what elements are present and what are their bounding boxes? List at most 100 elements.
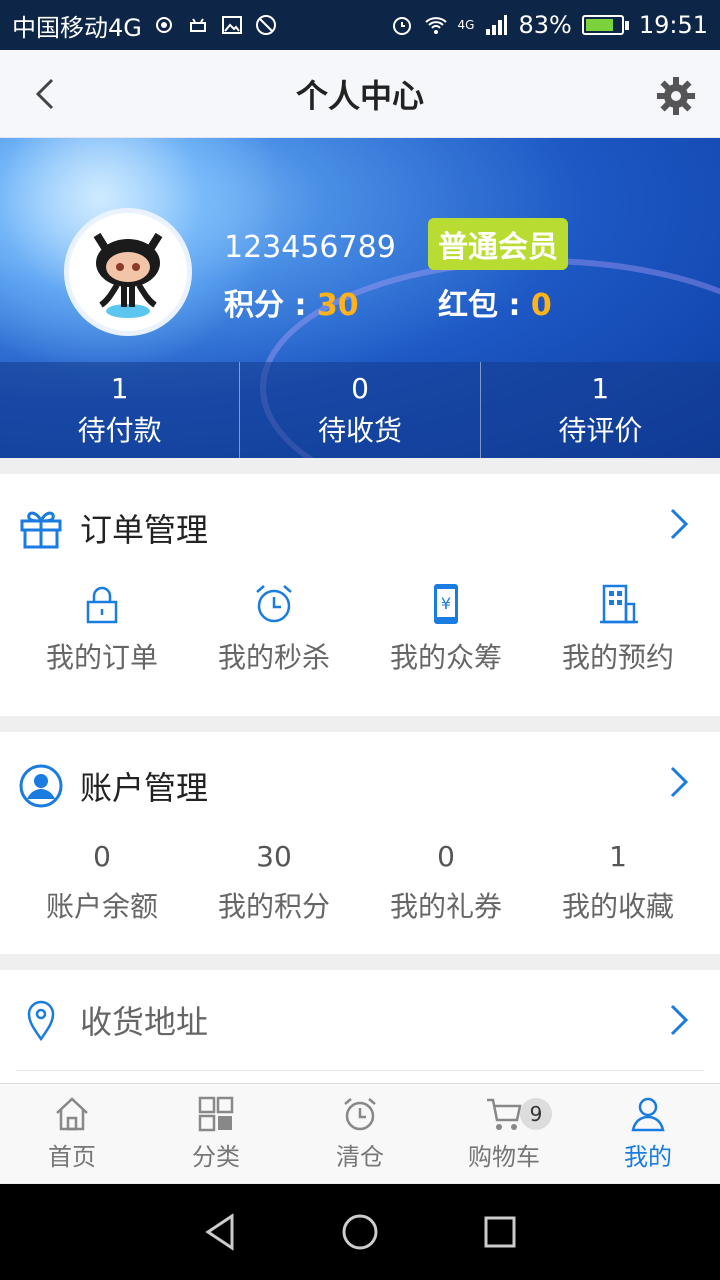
gift-icon bbox=[20, 511, 62, 549]
my-flash-sale-label: 我的秒杀 bbox=[217, 641, 330, 674]
order-management-header[interactable]: 订单管理 bbox=[0, 474, 720, 582]
address-row[interactable]: 收货地址 bbox=[0, 970, 720, 1070]
my-orders-label: 我的订单 bbox=[45, 641, 158, 674]
wifi-icon bbox=[424, 17, 447, 34]
battery-percent: 83% bbox=[518, 11, 572, 39]
carrier-label: 中国移动4G bbox=[12, 13, 142, 42]
my-points-item[interactable]: 30 我的积分 bbox=[188, 840, 360, 925]
stat-pending-review[interactable]: 1 待评价 bbox=[481, 362, 720, 458]
my-crowdfunding-item[interactable]: ¥ 我的众筹 bbox=[360, 582, 532, 676]
my-favorites-label: 我的收藏 bbox=[561, 890, 674, 923]
avatar[interactable] bbox=[64, 208, 192, 336]
svg-text:¥: ¥ bbox=[441, 594, 451, 613]
app-header: 个人中心 bbox=[0, 50, 720, 138]
grid-icon bbox=[198, 1096, 234, 1132]
bottom-tab-bar: 首页 分类 清仓 9 购物车 我的 bbox=[0, 1083, 720, 1183]
account-management-header[interactable]: 账户管理 bbox=[0, 732, 720, 840]
network-type: 4G bbox=[457, 18, 475, 32]
account-shortcuts: 0 账户余额 30 我的积分 0 我的礼券 1 我的收藏 bbox=[16, 840, 720, 925]
cart-count-badge: 9 bbox=[520, 1098, 552, 1130]
order-status-bar: 1 待付款 0 待收货 1 待评价 bbox=[0, 362, 720, 458]
my-coupons-value: 0 bbox=[437, 840, 455, 873]
stat-pending-receipt[interactable]: 0 待收货 bbox=[240, 362, 481, 458]
my-favorites-value: 1 bbox=[609, 840, 627, 873]
system-nav-bar bbox=[0, 1184, 720, 1280]
points-label: 积分 : bbox=[224, 288, 317, 323]
tab-home[interactable]: 首页 bbox=[0, 1084, 144, 1183]
account-management-title: 账户管理 bbox=[80, 769, 209, 807]
stat-pending-payment[interactable]: 1 待付款 bbox=[0, 362, 241, 458]
address-title: 收货地址 bbox=[80, 1003, 209, 1041]
profile-hero: 123456789 普通会员 积分 : 30 红包 : 0 1 待付款 0 待收… bbox=[0, 138, 720, 458]
account-management-card: 账户管理 0 账户余额 30 我的积分 0 我的礼券 1 我的收藏 bbox=[0, 732, 720, 954]
page-title: 个人中心 bbox=[295, 76, 424, 115]
tab-label: 我的 bbox=[624, 1143, 672, 1171]
recents-square-icon[interactable] bbox=[478, 1210, 522, 1254]
back-triangle-icon[interactable] bbox=[198, 1210, 242, 1254]
android-icon bbox=[189, 18, 206, 32]
stat-label: 待收货 bbox=[317, 413, 402, 447]
my-booking-label: 我的预约 bbox=[561, 641, 674, 674]
tab-label: 分类 bbox=[192, 1143, 240, 1171]
hotspot-icon bbox=[155, 17, 172, 33]
redpacket-value: 0 bbox=[530, 288, 552, 323]
my-flash-sale-item[interactable]: 我的秒杀 bbox=[188, 582, 360, 676]
my-crowdfunding-label: 我的众筹 bbox=[389, 641, 502, 674]
tab-mine[interactable]: 我的 bbox=[576, 1084, 720, 1183]
my-points-value: 30 bbox=[256, 840, 292, 873]
battery-icon bbox=[581, 15, 629, 35]
user-id: 123456789 bbox=[224, 230, 396, 265]
status-bar: 中国移动4G 4G 83% 19:51 bbox=[0, 0, 720, 50]
lock-icon bbox=[86, 586, 118, 624]
home-icon bbox=[56, 1097, 88, 1131]
signal-icon bbox=[486, 15, 508, 35]
no-disturb-icon bbox=[255, 15, 276, 35]
balance-item[interactable]: 0 账户余额 bbox=[16, 840, 188, 925]
home-circle-icon[interactable] bbox=[338, 1210, 382, 1254]
stat-label: 待评价 bbox=[558, 413, 643, 447]
redpacket-label: 红包 : bbox=[438, 288, 531, 323]
stat-count: 1 bbox=[110, 371, 129, 405]
my-favorites-item[interactable]: 1 我的收藏 bbox=[532, 840, 704, 925]
tab-label: 首页 bbox=[48, 1143, 96, 1171]
chevron-right-icon[interactable] bbox=[666, 764, 694, 800]
divider bbox=[16, 1070, 704, 1071]
address-card: 收货地址 bbox=[0, 970, 720, 1083]
alarm-icon bbox=[392, 17, 411, 35]
member-level-badge: 普通会员 bbox=[428, 218, 568, 270]
gear-icon[interactable] bbox=[656, 76, 696, 116]
stat-label: 待付款 bbox=[77, 413, 162, 447]
tab-category[interactable]: 分类 bbox=[144, 1084, 288, 1183]
tab-cart[interactable]: 9 购物车 bbox=[432, 1084, 576, 1183]
my-coupons-item[interactable]: 0 我的礼券 bbox=[360, 840, 532, 925]
stat-count: 1 bbox=[591, 371, 610, 405]
tab-label: 清仓 bbox=[336, 1143, 384, 1171]
redpacket-summary[interactable]: 红包 : 0 bbox=[438, 280, 552, 324]
balance-label: 账户余额 bbox=[45, 890, 158, 923]
points-value: 30 bbox=[316, 288, 359, 323]
order-management-card: 订单管理 我的订单 我的秒杀 ¥ 我的众筹 我的预约 bbox=[0, 474, 720, 716]
my-coupons-label: 我的礼券 bbox=[389, 890, 502, 923]
user-circle-icon bbox=[19, 764, 63, 808]
stat-count: 0 bbox=[351, 371, 369, 405]
my-orders-item[interactable]: 我的订单 bbox=[16, 582, 188, 676]
tab-clearance[interactable]: 清仓 bbox=[288, 1084, 432, 1183]
cart-icon bbox=[487, 1098, 522, 1130]
alarm-clock-icon bbox=[256, 585, 292, 623]
tab-label: 购物车 bbox=[468, 1143, 540, 1171]
user-icon bbox=[631, 1097, 665, 1132]
octocat-icon bbox=[93, 232, 163, 318]
order-shortcuts: 我的订单 我的秒杀 ¥ 我的众筹 我的预约 bbox=[16, 582, 720, 676]
chevron-right-icon[interactable] bbox=[666, 1002, 694, 1038]
balance-value: 0 bbox=[93, 840, 111, 873]
building-icon bbox=[600, 584, 638, 624]
location-pin-icon bbox=[27, 1000, 55, 1042]
alarm-clock-icon bbox=[344, 1098, 376, 1131]
chevron-left-icon[interactable] bbox=[26, 74, 66, 114]
chevron-right-icon[interactable] bbox=[666, 506, 694, 542]
clock: 19:51 bbox=[638, 11, 708, 39]
phone-yen-icon: ¥ bbox=[434, 584, 458, 624]
image-icon bbox=[221, 16, 242, 34]
my-booking-item[interactable]: 我的预约 bbox=[532, 582, 704, 676]
points-summary[interactable]: 积分 : 30 bbox=[224, 280, 359, 324]
